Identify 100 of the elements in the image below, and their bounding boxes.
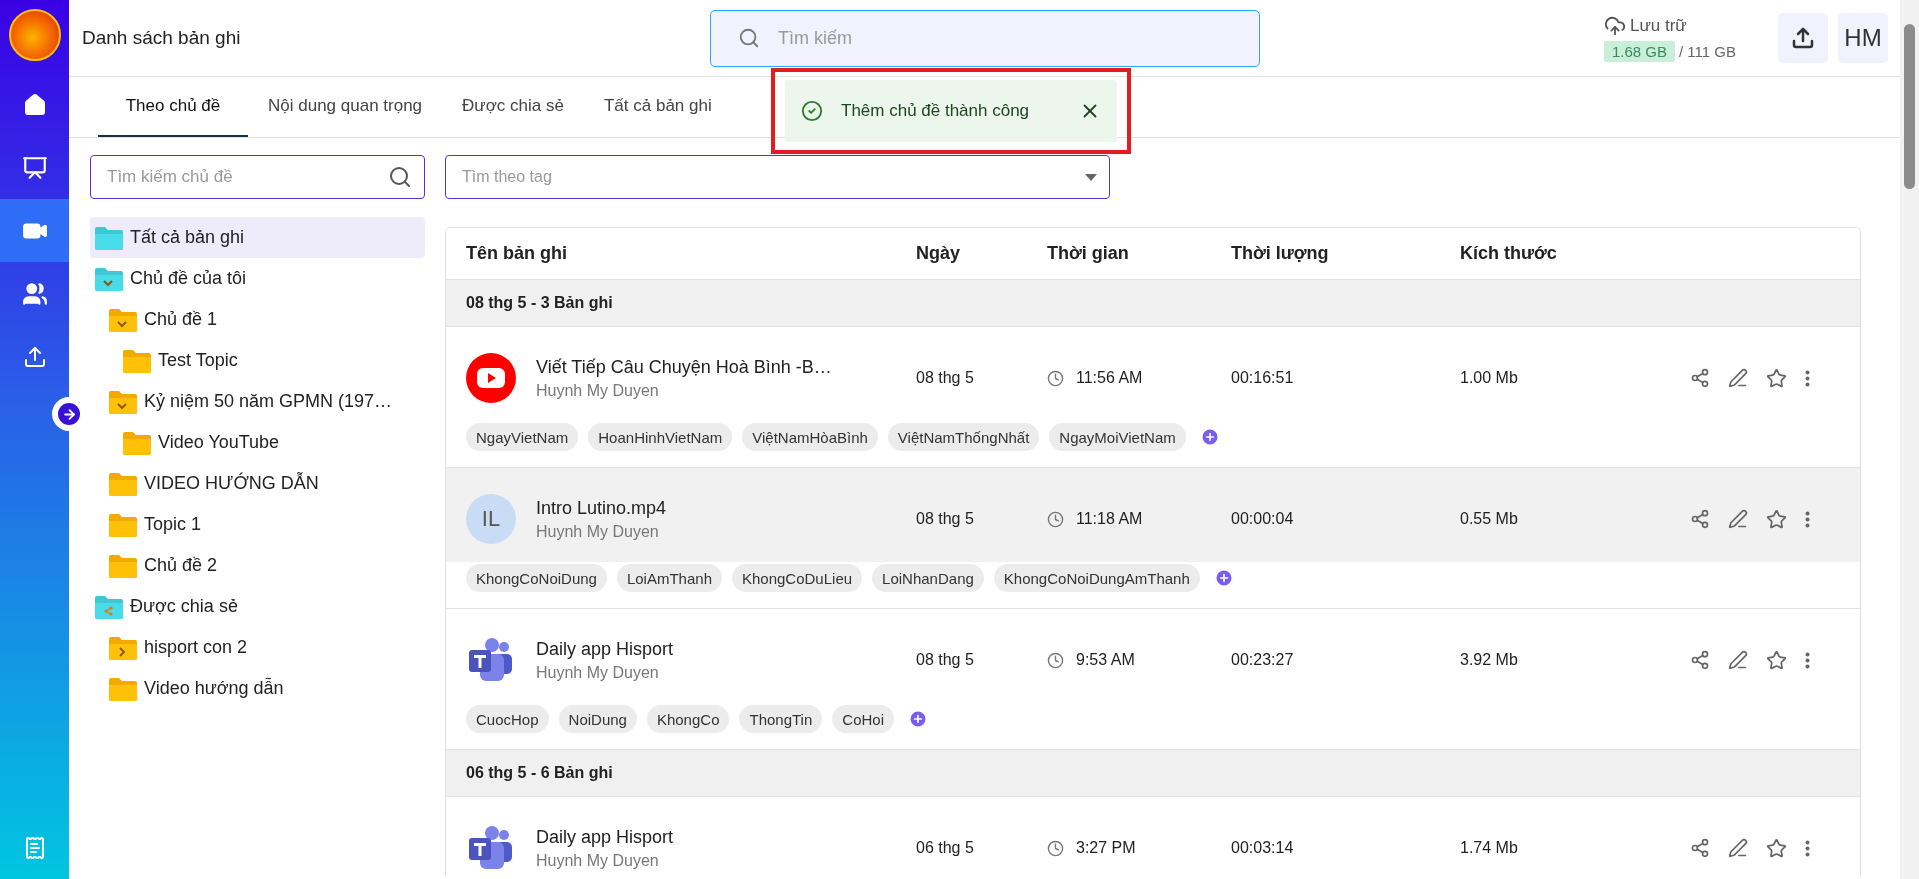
date-cell-text: 08 thg 5 — [916, 510, 975, 528]
tab[interactable]: Tất cả bản ghi — [583, 77, 732, 137]
tag-chip[interactable]: KhongCo — [646, 705, 730, 733]
clock-icon — [1047, 510, 1064, 528]
search-field[interactable]: Tìm kiếm — [776, 10, 1259, 66]
column-header: Thời lượng — [1231, 243, 1330, 264]
scrollbar[interactable] — [1900, 0, 1919, 879]
share-icon — [1690, 509, 1710, 529]
topic-tree-item[interactable]: Topic 1 — [90, 504, 425, 545]
folder-icon — [94, 225, 124, 250]
tag-chip[interactable]: CoHoi — [832, 705, 894, 733]
date-group-header: 08 thg 5 - 3 Bản ghi — [446, 280, 1860, 327]
tab[interactable]: Được chia sẻ — [442, 77, 584, 137]
topic-tree-item[interactable]: Được chia sẻ — [90, 586, 425, 627]
tag-chip[interactable]: NgayVietNam — [466, 423, 579, 451]
tag-chip[interactable]: LoiNhanDang — [872, 564, 984, 592]
favorite-button[interactable] — [1766, 367, 1787, 389]
folder-icon — [122, 430, 152, 455]
topic-tree-item[interactable]: Kỷ niệm 50 năm GPMN (197… — [90, 381, 425, 422]
topic-tree-item[interactable]: Test Topic — [90, 340, 425, 381]
topic-tree-item[interactable]: Tất cả bản ghi — [90, 217, 425, 258]
share-icon — [1690, 838, 1710, 858]
share-button[interactable] — [1690, 509, 1710, 529]
storage-total: / 111 GB — [1679, 42, 1736, 60]
topic-search-box[interactable]: Tìm kiếm chủ đề — [90, 155, 425, 199]
topic-tree-item[interactable]: Video hướng dẫn — [90, 668, 425, 709]
avatar-button[interactable]: HM — [1838, 13, 1888, 63]
recording-owner: Huynh My Duyen — [536, 522, 660, 541]
tag-chip[interactable]: NgayMoiVietNam — [1049, 423, 1186, 451]
topic-tree-item[interactable]: hisport con 2 — [90, 627, 425, 668]
topic-tree-item[interactable]: VIDEO HƯỚNG DẪN — [90, 463, 425, 504]
nav-button[interactable] — [0, 199, 69, 262]
tag-chip[interactable]: KhongCoDuLieu — [732, 564, 863, 592]
more-button[interactable] — [1805, 369, 1810, 387]
tag-chip[interactable]: LoiAmThanh — [616, 564, 722, 592]
topic-tree-item[interactable]: Video YouTube — [90, 422, 425, 463]
search-box[interactable]: Tìm kiếm — [710, 9, 1260, 67]
expand-folder-icon[interactable] — [94, 594, 124, 619]
users-icon — [21, 280, 48, 307]
folder-icon — [108, 676, 138, 701]
favorite-button[interactable] — [1766, 508, 1787, 530]
expand-folder-icon[interactable] — [108, 635, 138, 660]
expand-folder-icon[interactable] — [108, 307, 138, 332]
star-icon — [1766, 649, 1787, 671]
topic-search-field[interactable]: Tìm kiếm chủ đề — [105, 156, 388, 198]
recording-title: Intro Lutino.mp4 — [536, 497, 667, 519]
add-tag-button[interactable] — [908, 709, 928, 729]
tab[interactable]: Theo chủ đề — [98, 77, 248, 137]
add-tag-button[interactable] — [1199, 427, 1220, 447]
toast-message: Thêm chủ đề thành công — [841, 101, 1030, 121]
topic-tree-item[interactable]: Chủ đề của tôi — [90, 258, 425, 299]
time-cell: 3:27 PM — [1076, 839, 1136, 857]
expand-folder-icon[interactable] — [108, 389, 138, 414]
share-button[interactable] — [1690, 838, 1710, 858]
date-cell-text: 08 thg 5 — [916, 369, 975, 387]
arrow-right-icon — [61, 406, 77, 422]
recording-title: Daily app Hisport — [536, 826, 674, 848]
share-button[interactable] — [1690, 650, 1710, 670]
tag-chip[interactable]: KhongCoNoiDungAmThanh — [993, 564, 1200, 592]
edit-button[interactable] — [1728, 509, 1748, 529]
pen-icon — [1728, 509, 1748, 529]
upload-button[interactable] — [1778, 13, 1828, 63]
more-button[interactable] — [1805, 651, 1810, 669]
youtube-logo-icon — [466, 353, 516, 403]
recording-row[interactable]: IL Intro Lutino.mp4 Huynh My Duyen 08 thg 5 11:18 AM 00:00:04 0.55 Mb — [446, 468, 1860, 562]
time-cell: 11:56 AM — [1076, 369, 1143, 387]
more-button[interactable] — [1805, 839, 1810, 857]
search-icon — [738, 27, 760, 49]
tag-chip[interactable]: ThongTin — [739, 705, 823, 733]
folder-icon — [108, 471, 138, 496]
topic-tree-item[interactable]: Chủ đề 1 — [90, 299, 425, 340]
share-button[interactable] — [1690, 368, 1710, 388]
tag-chip[interactable]: KhongCoNoiDung — [466, 564, 607, 592]
more-button[interactable] — [1805, 510, 1810, 528]
edit-button[interactable] — [1728, 838, 1748, 858]
favorite-button[interactable] — [1766, 837, 1787, 859]
recording-owner: Huynh My Duyen — [536, 663, 660, 682]
tag-chip[interactable]: ViệtNamThốngNhất — [887, 423, 1040, 451]
plus-icon — [1199, 427, 1220, 447]
duration-cell-text: 00:16:51 — [1231, 369, 1295, 387]
size-cell-text: 1.74 Mb — [1460, 839, 1519, 857]
tab[interactable]: Nội dung quan trọng — [248, 77, 443, 137]
more-icon — [1805, 651, 1810, 669]
tag-chip[interactable]: ViệtNamHòaBình — [742, 423, 878, 451]
more-icon — [1805, 369, 1810, 387]
page-title: Danh sách bản ghi — [82, 27, 242, 49]
pen-icon — [1728, 368, 1748, 388]
duration-cell-text: 00:00:04 — [1231, 510, 1295, 528]
tag-chip[interactable]: NoiDung — [558, 705, 637, 733]
favorite-button[interactable] — [1766, 649, 1787, 671]
star-icon — [1766, 508, 1787, 530]
add-tag-button[interactable] — [1213, 568, 1234, 588]
pen-icon — [1728, 650, 1748, 670]
expand-folder-icon[interactable] — [94, 266, 124, 291]
tag-chip[interactable]: HoanHinhVietNam — [588, 423, 733, 451]
tag-chip[interactable]: CuocHop — [466, 705, 549, 733]
edit-button[interactable] — [1728, 650, 1748, 670]
topic-tree-item[interactable]: Chủ đề 2 — [90, 545, 425, 586]
edit-button[interactable] — [1728, 368, 1748, 388]
folder-icon — [108, 553, 138, 578]
